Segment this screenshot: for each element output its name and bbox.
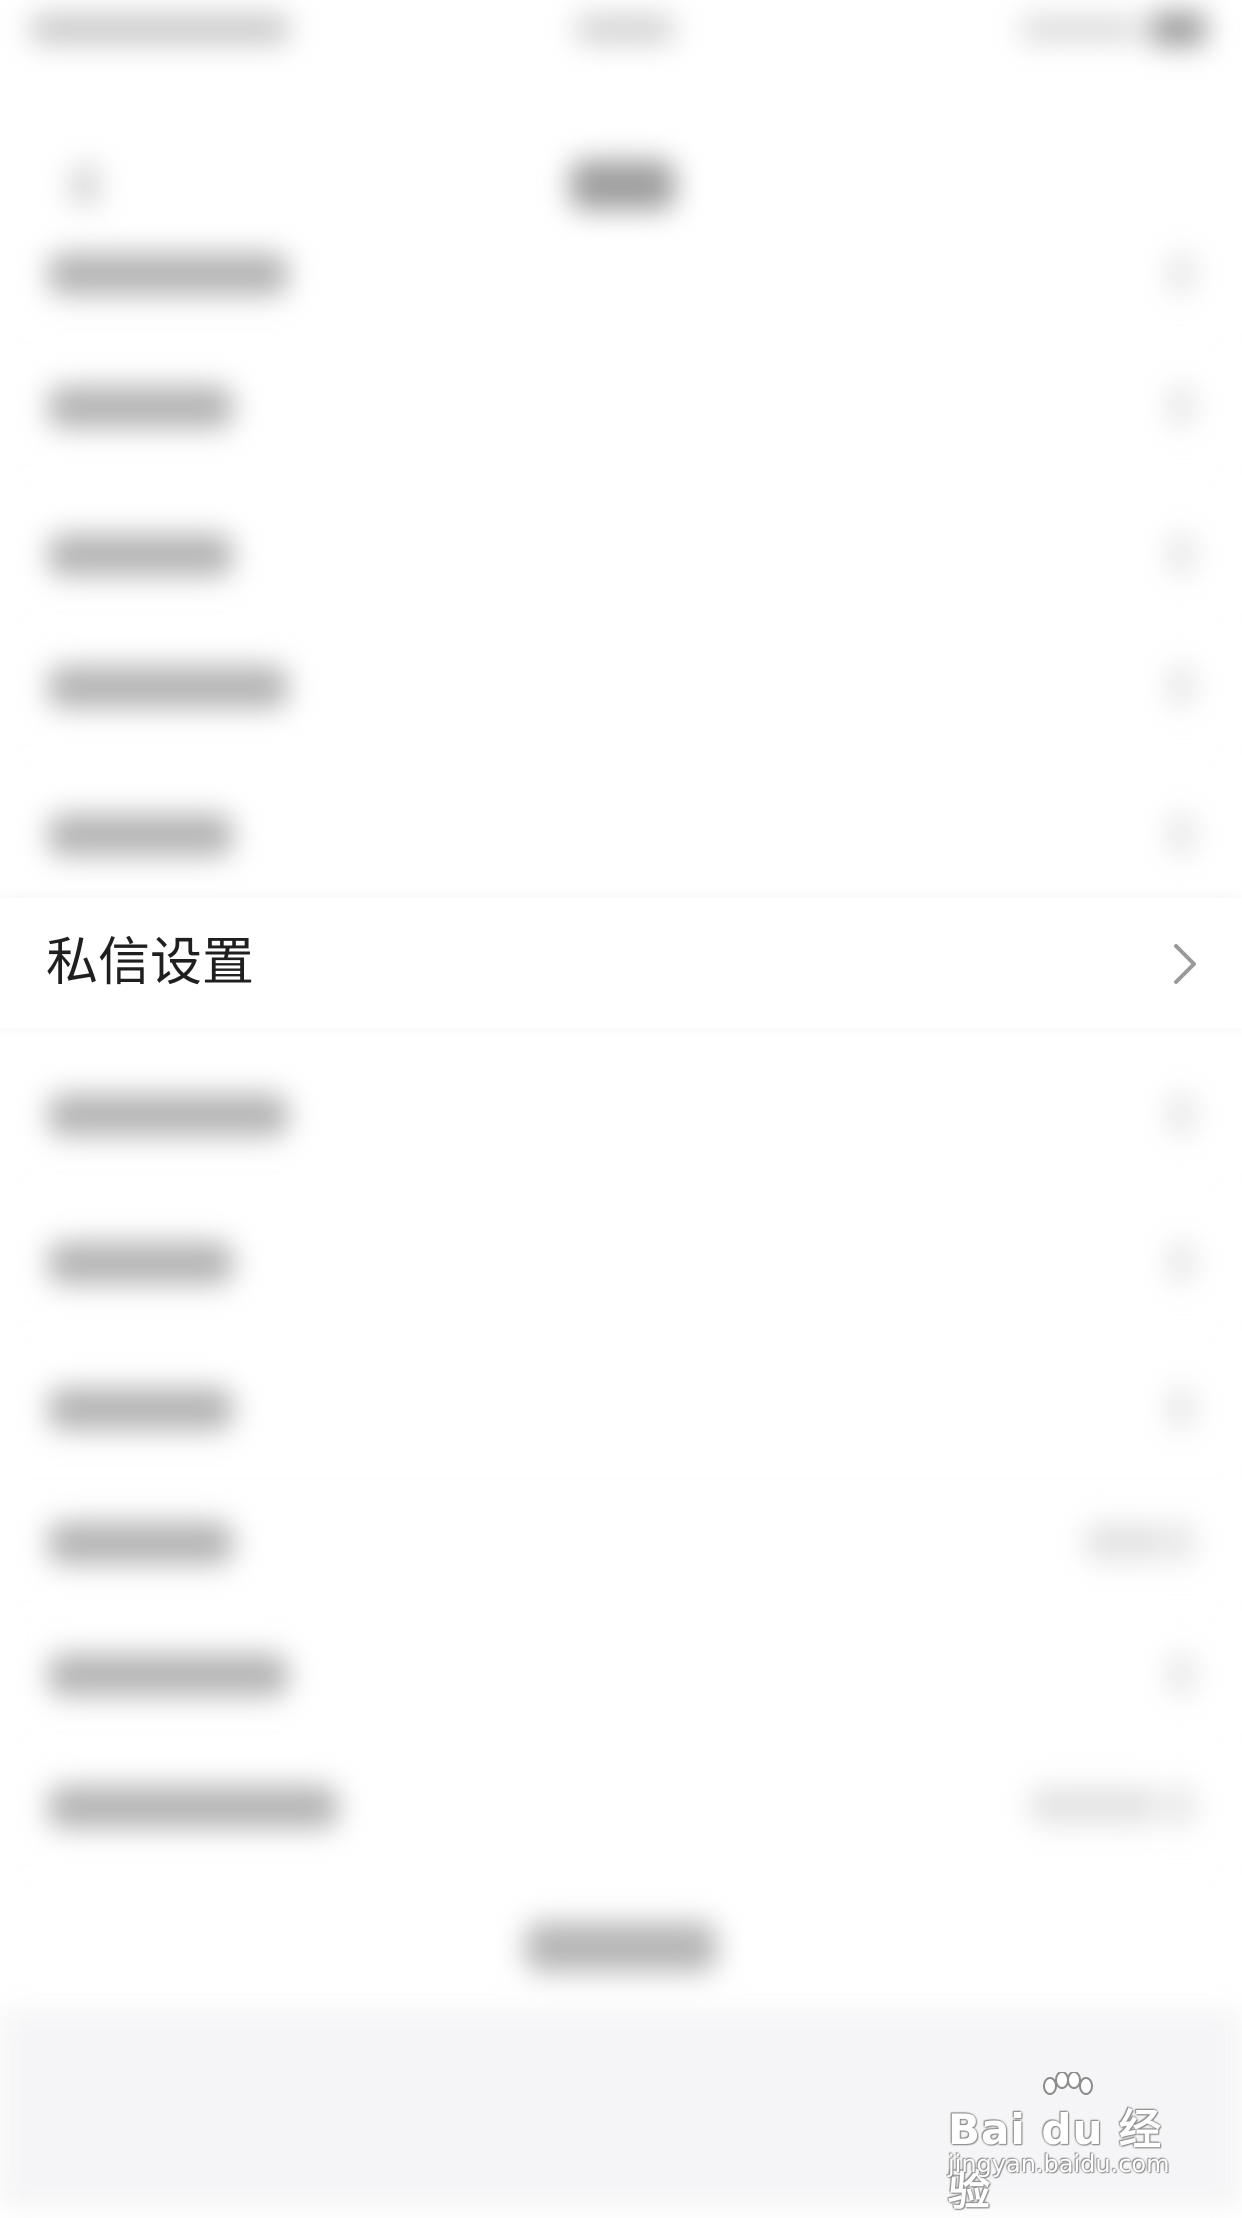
battery-icon: [1150, 12, 1206, 46]
settings-row-label: [48, 253, 288, 295]
settings-item-direct-message[interactable]: 私信设置: [0, 898, 1242, 1028]
settings-row-value: [1085, 1524, 1165, 1560]
nav-bar: [0, 60, 1242, 210]
chevron-right-icon: [1170, 1094, 1192, 1134]
settings-row-label: [48, 666, 288, 708]
settings-row[interactable]: [0, 338, 1242, 471]
page-title: [570, 160, 675, 210]
settings-row[interactable]: [0, 1046, 1242, 1179]
settings-row-label: [48, 534, 233, 576]
chevron-right-icon: [1170, 253, 1192, 293]
settings-row[interactable]: [0, 1340, 1242, 1473]
chevron-right-icon: [1170, 1388, 1192, 1428]
settings-row-label: [48, 1654, 288, 1696]
chevron-right-icon: [1170, 814, 1192, 854]
chevron-right-icon: [1170, 534, 1192, 574]
settings-row[interactable]: [0, 1474, 1242, 1607]
settings-item-label: 私信设置: [46, 933, 255, 993]
blurred-background: [0, 0, 1242, 2208]
settings-row-label: [48, 386, 233, 428]
settings-row[interactable]: [0, 1194, 1242, 1327]
chevron-right-icon: [1170, 386, 1192, 426]
status-carrier: [30, 14, 290, 44]
chevron-right-icon: [1170, 1654, 1192, 1694]
settings-row-value: [1030, 1788, 1160, 1824]
status-time: [575, 14, 675, 44]
settings-row-label: [48, 1522, 233, 1564]
settings-row-label: [48, 1786, 338, 1828]
settings-row[interactable]: [0, 1738, 1242, 1871]
chevron-right-icon: [1170, 1522, 1192, 1562]
settings-row[interactable]: [0, 1606, 1242, 1739]
settings-row-label: [48, 1094, 288, 1136]
back-icon[interactable]: [70, 165, 100, 205]
status-bar: [0, 0, 1242, 60]
settings-row-label: [48, 1242, 233, 1284]
chevron-right-icon: [1174, 944, 1196, 984]
chevron-right-icon: [1170, 666, 1192, 706]
settings-row-label: [48, 814, 233, 856]
settings-row[interactable]: [0, 766, 1242, 899]
chevron-right-icon: [1170, 1786, 1192, 1826]
settings-row[interactable]: [0, 618, 1242, 751]
chevron-right-icon: [1170, 1242, 1192, 1282]
watermark: Bai du 经验 jingyan.baidu.com: [948, 2072, 1188, 2215]
settings-row[interactable]: [0, 205, 1242, 338]
logout-button[interactable]: [525, 1922, 717, 1972]
settings-row-label: [48, 1388, 233, 1430]
watermark-url: jingyan.baidu.com: [948, 2150, 1170, 2178]
status-signal-icon: [1020, 16, 1140, 42]
settings-row[interactable]: [0, 486, 1242, 619]
